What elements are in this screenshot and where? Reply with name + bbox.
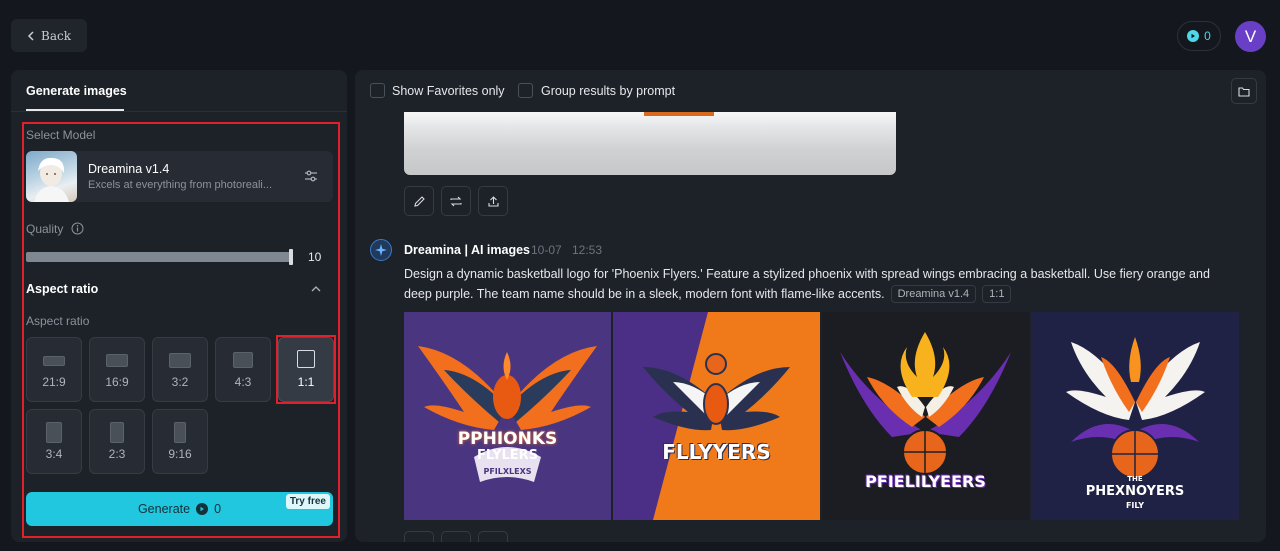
phoenix-logo-image — [613, 312, 820, 520]
ratio-4-3-button[interactable]: 4:3 — [215, 337, 271, 402]
generate-cost: 0 — [214, 502, 222, 516]
chevron-left-icon — [27, 30, 34, 41]
ratio-3-2-button[interactable]: 3:2 — [152, 337, 208, 402]
ratio-9-16-shape — [174, 422, 186, 443]
chevron-up-icon[interactable] — [309, 282, 323, 296]
entry-prompt: Design a dynamic basketball logo for 'Ph… — [404, 264, 1234, 304]
export-button[interactable] — [478, 531, 508, 542]
regenerate-button[interactable] — [441, 186, 471, 216]
results-toolbar: Show Favorites only Group results by pro… — [355, 70, 1266, 112]
entry-author: Dreamina | AI images — [404, 243, 531, 257]
selected-ratio-highlight — [276, 335, 336, 404]
show-favorites-checkbox[interactable] — [370, 83, 385, 98]
settings-section: Select Model Dreamina v1.4 Excels at eve… — [22, 122, 340, 538]
edit-button[interactable] — [404, 531, 434, 542]
group-results-checkbox[interactable] — [518, 83, 533, 98]
back-label: Back — [41, 28, 71, 43]
ratio-label: 9:16 — [168, 447, 192, 461]
prompt-text: Design a dynamic basketball logo for 'Ph… — [404, 267, 1210, 301]
ratio-3-2-shape — [169, 353, 191, 368]
folder-button[interactable] — [1231, 78, 1257, 104]
image-text: FILY — [1125, 501, 1145, 510]
ratio-label: 4:3 — [234, 375, 252, 389]
generated-image-4[interactable]: THE PHEXNOYERS FILY — [1031, 312, 1239, 520]
credit-icon — [1187, 30, 1200, 42]
ratio-2-3-shape — [110, 422, 124, 443]
image-text: FLLYYERS — [662, 440, 771, 464]
image-text: THE — [1127, 475, 1143, 483]
image-text: PPHIONKS — [457, 429, 558, 449]
ratio-label: 21:9 — [42, 375, 66, 389]
group-results-label[interactable]: Group results by prompt — [541, 84, 675, 98]
entry-time: 12:53 — [572, 243, 603, 257]
model-thumbnail — [26, 151, 77, 202]
aspect-ratio-section-title[interactable]: Aspect ratio — [26, 282, 98, 296]
generate-button[interactable]: Generate 0 Try free — [26, 492, 333, 526]
results-panel: Show Favorites only Group results by pro… — [355, 70, 1266, 542]
ratio-label: 3:4 — [45, 447, 63, 461]
show-favorites-label[interactable]: Show Favorites only — [392, 84, 505, 98]
sliders-icon[interactable] — [303, 168, 319, 184]
entry-date: 10-07 — [531, 243, 562, 257]
generated-image-3[interactable]: PFIELILYEERS — [822, 312, 1029, 520]
ratio-2-3-button[interactable]: 2:3 — [89, 409, 145, 474]
ratio-21-9-shape — [43, 356, 65, 366]
quality-label: Quality — [26, 222, 64, 236]
phoenix-logo-image — [404, 312, 611, 520]
previous-result-image[interactable] — [404, 112, 896, 175]
credit-icon — [196, 503, 209, 515]
image-text: FLYLERS — [476, 448, 539, 463]
avatar[interactable]: V — [1235, 21, 1266, 52]
back-button[interactable]: Back — [11, 19, 87, 52]
quality-slider[interactable] — [26, 252, 292, 262]
ratio-16-9-shape — [106, 354, 128, 367]
generate-label: Generate — [137, 502, 191, 516]
info-icon[interactable] — [71, 222, 84, 235]
quality-slider-handle[interactable] — [289, 249, 293, 265]
repeat-icon — [450, 196, 462, 206]
regenerate-button[interactable] — [441, 531, 471, 542]
ratio-label: 3:2 — [171, 375, 189, 389]
aspect-ratio-label: Aspect ratio — [26, 314, 90, 328]
avatar-letter: V — [1244, 26, 1257, 46]
model-tag: Dreamina v1.4 — [890, 285, 977, 303]
pencil-icon — [413, 195, 425, 207]
folder-icon — [1238, 86, 1250, 97]
tab-underline — [26, 109, 124, 111]
quality-value: 10 — [308, 250, 322, 264]
image-text: PHEXNOYERS — [1085, 484, 1185, 499]
ratio-label: 2:3 — [108, 447, 126, 461]
upload-icon — [487, 195, 499, 207]
generate-panel: Generate images Select Model Dreamina v1… — [11, 70, 347, 542]
dreamina-logo-icon — [370, 239, 392, 261]
image-text: PFIELILYEERS — [865, 472, 986, 491]
ratio-16-9-button[interactable]: 16:9 — [89, 337, 145, 402]
ratio-label: 16:9 — [105, 375, 129, 389]
model-name: Dreamina v1.4 — [88, 162, 170, 176]
ratio-9-16-button[interactable]: 9:16 — [152, 409, 208, 474]
generated-image-1[interactable]: PPHIONKS FLYLERS PFILXLEXS — [404, 312, 611, 520]
ratio-3-4-shape — [46, 422, 62, 443]
ratio-tag: 1:1 — [982, 285, 1012, 303]
model-description: Excels at everything from photoreali... — [88, 179, 273, 191]
ratio-3-4-button[interactable]: 3:4 — [26, 409, 82, 474]
export-button[interactable] — [478, 186, 508, 216]
model-selector[interactable]: Dreamina v1.4 Excels at everything from … — [26, 151, 333, 202]
ratio-21-9-button[interactable]: 21:9 — [26, 337, 82, 402]
generated-image-2[interactable]: FLLYYERS — [613, 312, 820, 520]
ratio-4-3-shape — [233, 352, 253, 368]
tab-generate-images[interactable]: Generate images — [26, 84, 127, 98]
image-text: PFILXLEXS — [483, 467, 532, 476]
select-model-label: Select Model — [26, 128, 96, 142]
edit-button[interactable] — [404, 186, 434, 216]
credits-pill[interactable]: 0 — [1177, 21, 1221, 51]
tab-bar: Generate images — [11, 70, 347, 112]
credit-count: 0 — [1204, 29, 1211, 43]
try-free-badge: Try free — [285, 494, 330, 509]
